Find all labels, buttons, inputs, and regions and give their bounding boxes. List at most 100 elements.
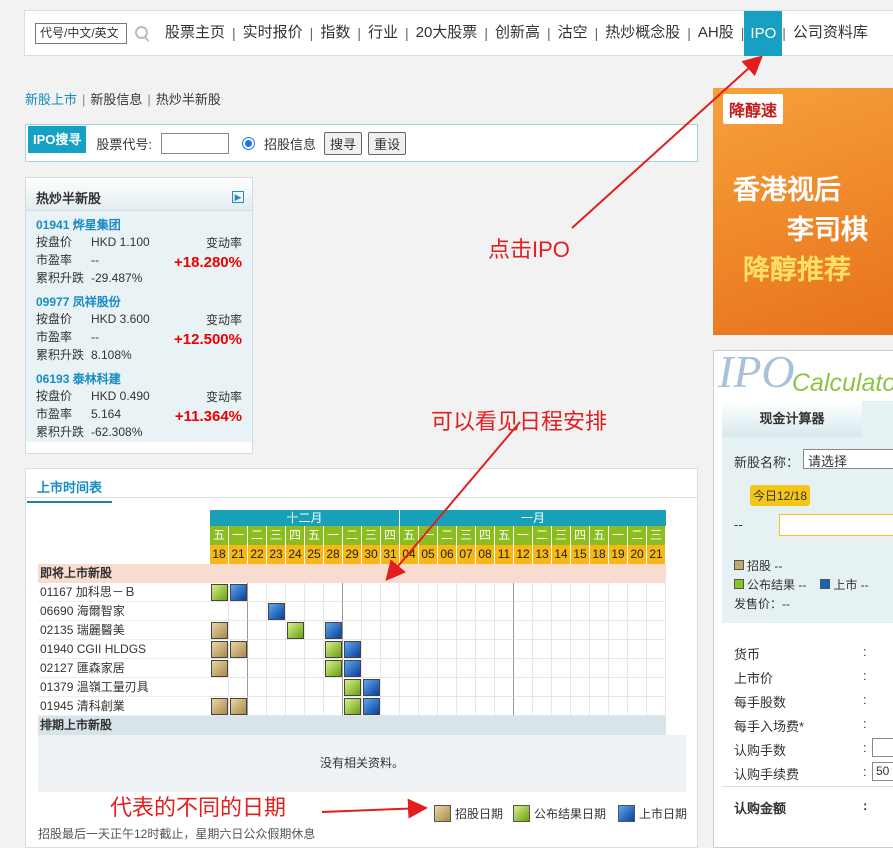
schedule-day-cell (267, 621, 286, 640)
nav-item[interactable]: 热炒概念股 (598, 22, 687, 44)
nav-item[interactable]: IPO (744, 10, 783, 56)
annotation-see-schedule: 可以看见日程安排 (431, 409, 608, 434)
schedule-day-cell (495, 583, 514, 602)
schedule-day-cell (514, 621, 533, 640)
date-marker-b (230, 584, 247, 601)
stock-select[interactable]: 请选择 (803, 449, 893, 469)
date-cell: 22 (248, 545, 266, 564)
date-timeline (779, 514, 893, 536)
date-marker-g (325, 641, 342, 658)
schedule-row-name: 01167 加科思－Ｂ (38, 583, 210, 602)
nav-item[interactable]: 创新高 (488, 22, 547, 44)
schedule-day-cell (533, 659, 552, 678)
schedule-day-cell (248, 602, 267, 621)
stock-code-label: 股票代号: (96, 136, 153, 152)
schedule-day-cell (438, 602, 457, 621)
legend-prospectus: 招股日期 (434, 805, 503, 822)
weekday-cell: 四 (571, 526, 589, 545)
date-cell: 21 (647, 545, 665, 564)
calculator-fields: 货币: 上市价: 每手股数: 每手入场费*: 认购手数: 认购手续费: 50 认… (722, 623, 893, 847)
date-cell: 23 (267, 545, 285, 564)
date-cell: 18 (210, 545, 228, 564)
schedule-day-cell (590, 640, 609, 659)
schedule-row-name: 02127 匯森家居 (38, 659, 210, 678)
price-value: HKD 0.490 (91, 389, 150, 403)
fee-input[interactable]: 50 (872, 762, 893, 781)
nav-item[interactable]: 股票主页 (158, 22, 232, 44)
schedule-day-cell (533, 640, 552, 659)
schedule-day-cell (628, 621, 647, 640)
schedule-day-cell (305, 602, 324, 621)
price-value: HKD 1.100 (91, 235, 150, 249)
nav-item[interactable]: 行业 (361, 22, 405, 44)
schedule-day-cell (362, 659, 381, 678)
ipo-calculator: IPO Calculator 现金计算器 新股名称： 请选择 今日12/18 -… (713, 350, 893, 848)
prospectus-radio[interactable] (242, 136, 256, 150)
date-cell: 19 (609, 545, 627, 564)
nav-item[interactable]: 20大股票 (409, 22, 485, 44)
schedule-day-cell (324, 602, 343, 621)
schedule-day-cell (248, 678, 267, 697)
field-label: 每手股数 (734, 695, 787, 710)
price-label: 按盘价 (36, 312, 73, 326)
date-marker-g (344, 698, 361, 715)
schedule-day-cell (248, 621, 267, 640)
legend-label: 公布结果日期 (534, 807, 607, 821)
search-icon[interactable] (134, 25, 150, 41)
stock-name-link[interactable]: 01941 烨星集团 (36, 217, 252, 233)
nav-item[interactable]: 公司资料库 (786, 22, 875, 44)
schedule-day-cell (248, 697, 267, 716)
date-cell: 07 (457, 545, 475, 564)
field-label: 认购手续费 (734, 767, 800, 782)
weekday-cell: 二 (343, 526, 361, 545)
nav-item[interactable]: 实时报价 (236, 22, 310, 44)
schedule-day-cell (552, 697, 571, 716)
stock-code-input[interactable] (161, 132, 230, 154)
schedule-day-cell (381, 697, 400, 716)
subnav-ipo-info[interactable]: 新股信息 (90, 92, 142, 107)
schedule-day-cell (229, 659, 248, 678)
hot-stocks-title: 热炒半新股 (36, 191, 102, 206)
schedule-day-cell (400, 659, 419, 678)
schedule-row-name: 06690 海爾智家 (38, 602, 210, 621)
schedule-day-cell (286, 678, 305, 697)
schedule-day-cell (438, 697, 457, 716)
reset-button[interactable]: 重设 (368, 131, 407, 155)
hot-stock-item: 01941 烨星集团 按盘价 HKD 1.100 市盈率 -- 累积升跌 -29.487% 变… (26, 211, 252, 288)
schedule-day-cell (381, 678, 400, 697)
lots-input[interactable] (872, 738, 893, 757)
cum-label: 累积升跌 (36, 425, 85, 439)
nav-item[interactable]: AH股 (691, 22, 741, 44)
date-marker-g (211, 584, 228, 601)
weekday-cell: 一 (609, 526, 627, 545)
field-label: 每手入场费* (734, 719, 805, 734)
schedule-day-cell (419, 678, 438, 697)
nav-item[interactable]: 沽空 (551, 22, 595, 44)
search-input[interactable]: 代号/中文/英文 (35, 22, 127, 44)
subnav-hot-new[interactable]: 热炒半新股 (156, 92, 221, 107)
schedule-day-cell (305, 583, 324, 602)
weekday-cell: 三 (457, 526, 475, 545)
pe-label: 市盈率 (36, 253, 73, 267)
tab-listing-schedule[interactable]: 上市时间表 (27, 472, 113, 503)
advertisement-banner[interactable]: 降醇速 香港视后 李司棋 降醇推荐 (713, 88, 893, 335)
date-cell: 12 (514, 545, 532, 564)
weekday-cell: 五 (210, 526, 228, 545)
schedule-day-cell (571, 621, 590, 640)
date-cell: 28 (324, 545, 342, 564)
schedule-day-cell (343, 583, 362, 602)
stock-name-link[interactable]: 06193 泰林科建 (36, 371, 252, 387)
schedule-day-cell (628, 659, 647, 678)
tan-square-icon (434, 805, 451, 822)
schedule-day-cell (229, 678, 248, 697)
subnav-new-listing[interactable]: 新股上市 (25, 92, 77, 107)
schedule-day-cell (324, 678, 343, 697)
schedule-day-cell (476, 621, 495, 640)
stock-name-link[interactable]: 09977 凤祥股份 (36, 294, 252, 310)
nav-item[interactable]: 指数 (313, 22, 357, 44)
search-button[interactable]: 搜寻 (324, 131, 363, 155)
chevron-right-icon[interactable]: ▶ (232, 191, 244, 203)
change-value: +12.500% (174, 331, 242, 348)
tab-cash-calculator[interactable]: 现金计算器 (722, 401, 862, 437)
cum-label: 累积升跌 (36, 348, 85, 362)
